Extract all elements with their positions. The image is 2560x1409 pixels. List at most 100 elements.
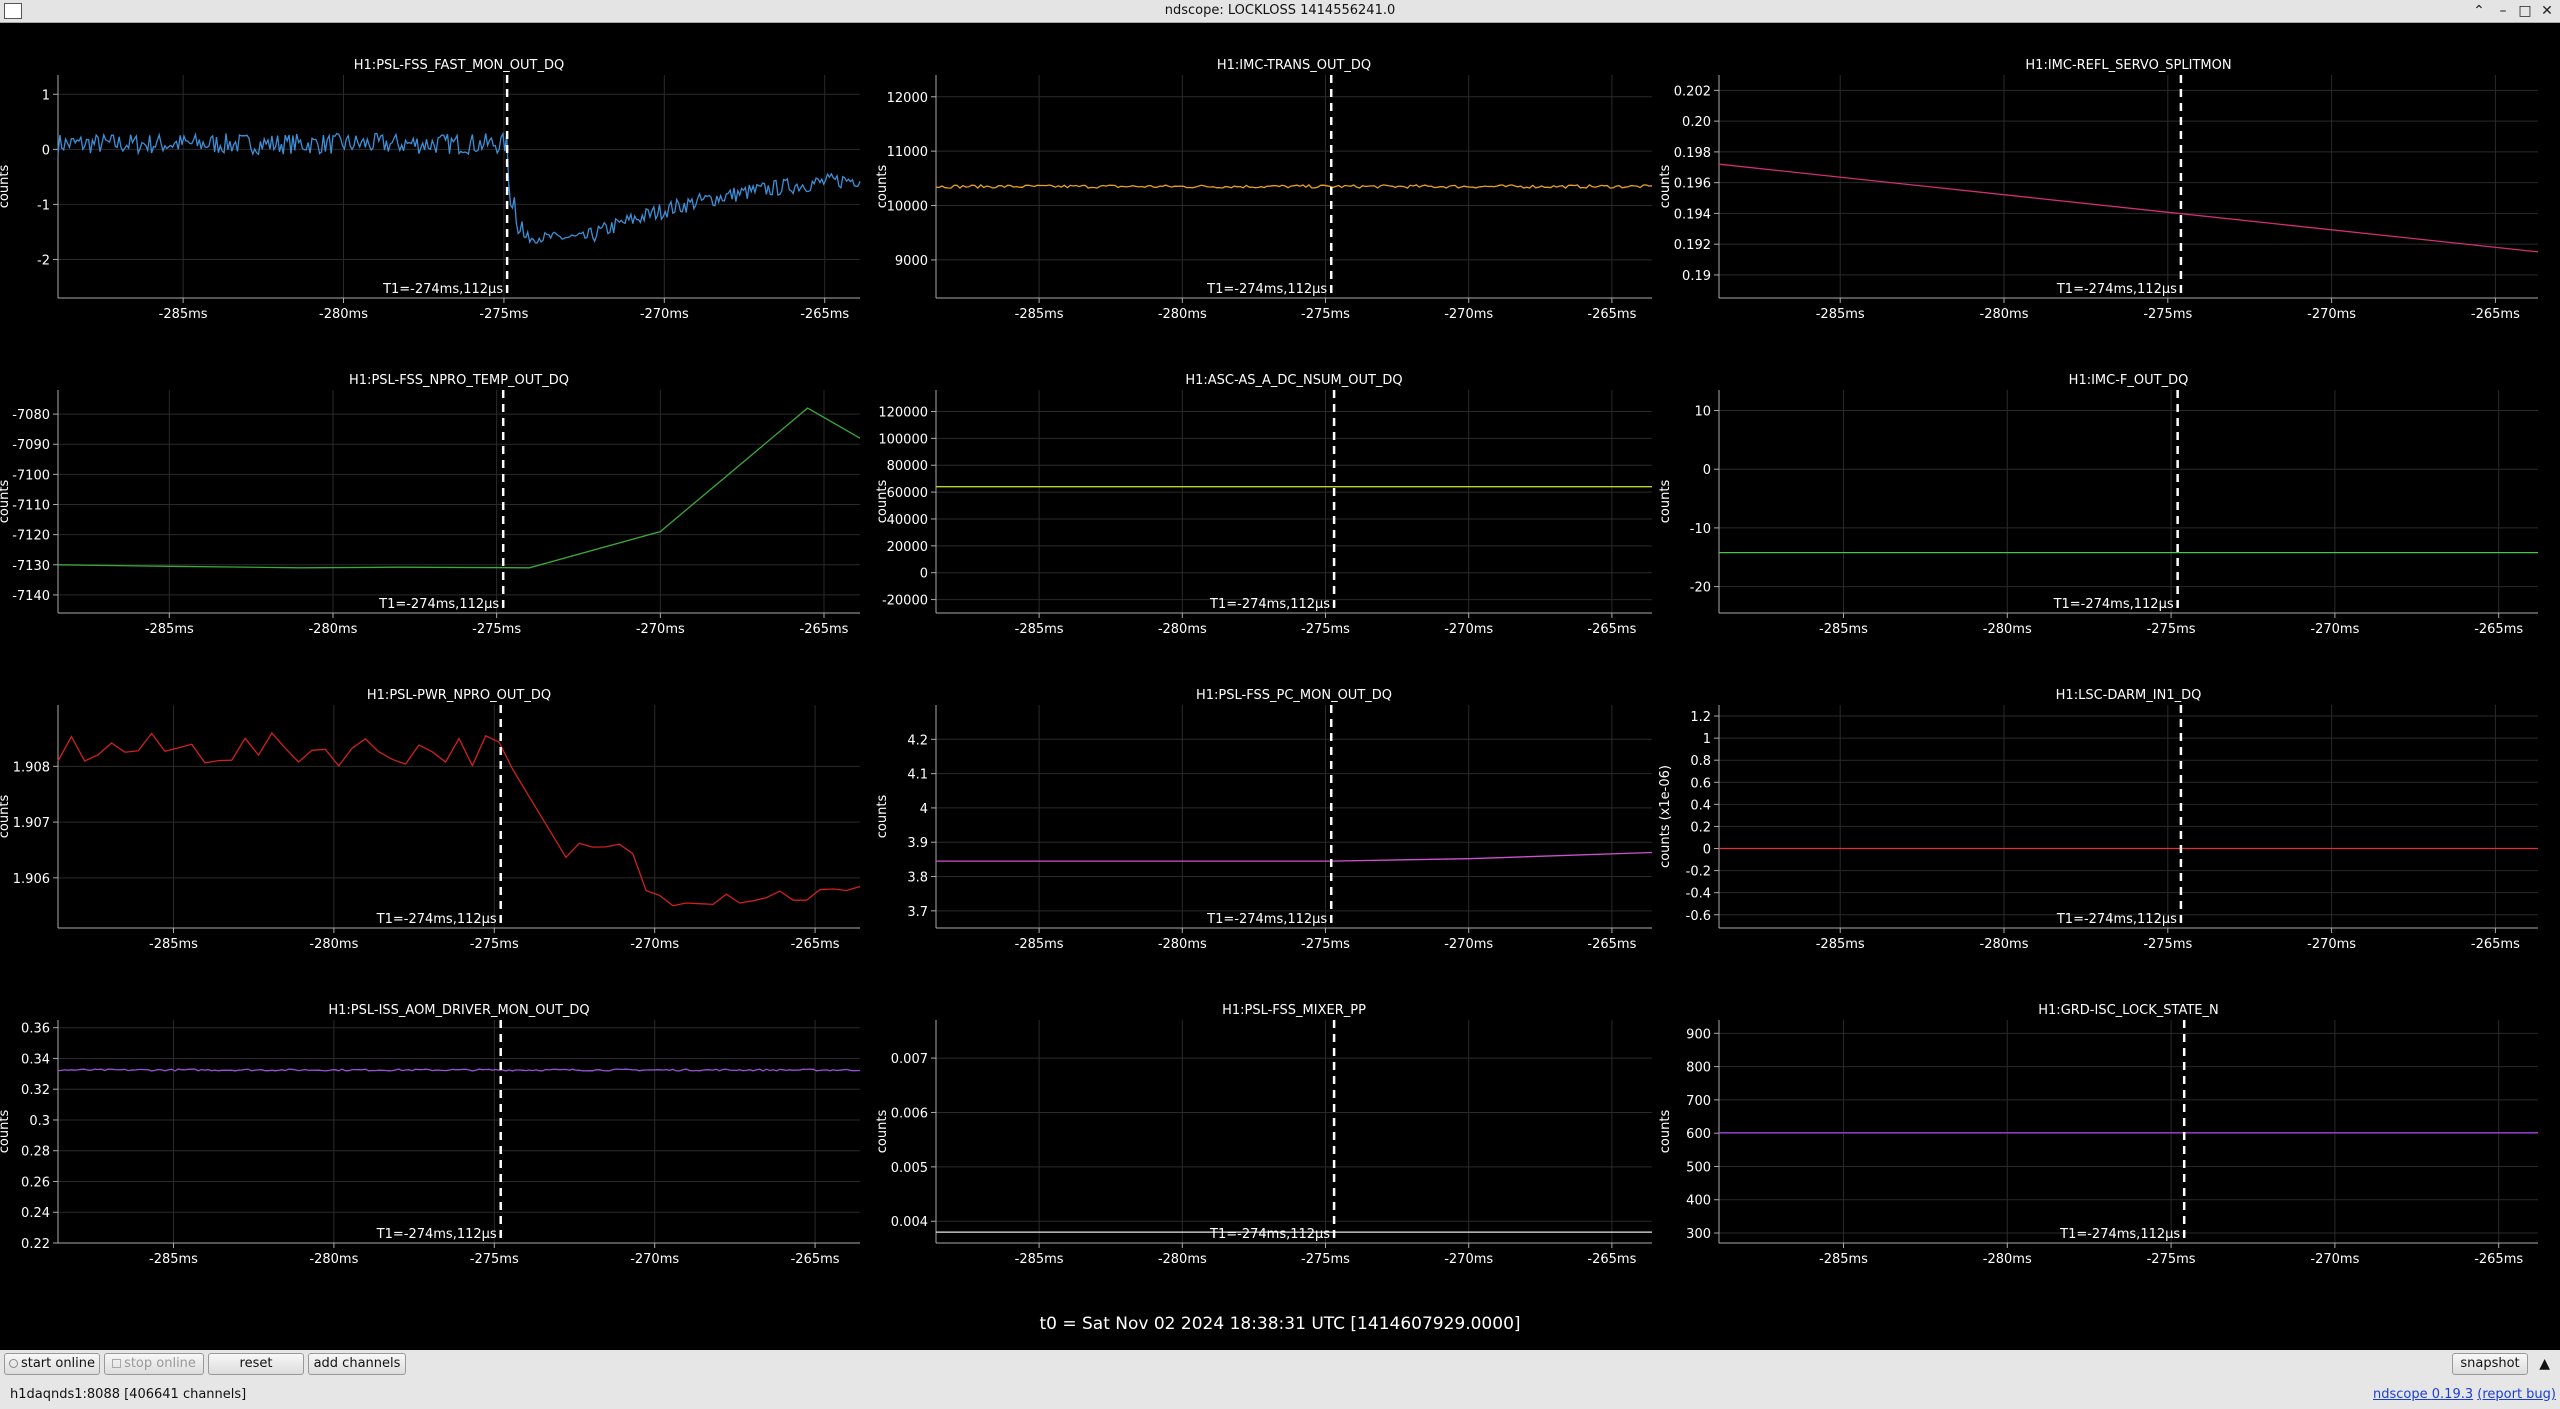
y-tick-label: 900 (1686, 1027, 1711, 1042)
series-line (57, 407, 861, 569)
start-online-button[interactable]: start online (4, 1353, 100, 1375)
plot-title: H1:GRD-ISC_LOCK_STATE_N (2038, 1003, 2218, 1018)
x-tick-label: -270ms (1444, 937, 1493, 952)
version-name: ndscope (2373, 1387, 2428, 1402)
y-tick-label: 9000 (895, 254, 928, 269)
cursor-label: T1=-274ms,112µs (1209, 1227, 1330, 1242)
x-tick-label: -285ms (159, 307, 208, 322)
x-tick-label: -265ms (2471, 307, 2520, 322)
plot-panel: H1:PSL-FSS_FAST_MON_OUT_DQ -285ms -280ms -2… (0, 58, 861, 322)
y-tick-label: 0.28 (21, 1145, 50, 1160)
x-tick-label: -280ms (309, 937, 358, 952)
chevron-up-icon[interactable]: ⌃ (2470, 2, 2488, 20)
cursor-label: T1=-274ms,112µs (2056, 912, 2177, 927)
collapse-up-icon[interactable]: ▲ (2539, 1356, 2550, 1372)
y-tick-label: 0.006 (891, 1106, 928, 1121)
y-tick-label: -0.4 (1686, 887, 1711, 902)
plot-panel: H1:PSL-ISS_AOM_DRIVER_MON_OUT_DQ -285ms -2… (0, 1003, 861, 1267)
plot-panel: H1:PSL-PWR_NPRO_OUT_DQ -285ms -280ms -275ms… (0, 688, 861, 952)
y-tick-label: -2 (37, 253, 50, 268)
cursor-label: T1=-274ms,112µs (1206, 912, 1327, 927)
y-tick-label: 4 (920, 802, 928, 817)
y-tick-label: -20000 (882, 594, 928, 609)
y-axis-label: counts (875, 1110, 890, 1154)
series-line (57, 1068, 861, 1072)
x-tick-label: -265ms (1587, 937, 1636, 952)
minimize-icon[interactable]: – (2494, 2, 2512, 20)
y-tick-label: -7080 (12, 408, 50, 423)
x-tick-label: -285ms (1015, 937, 1064, 952)
x-tick-label: -270ms (630, 1252, 679, 1267)
plot-panel: H1:PSL-FSS_MIXER_PP -285ms -280ms -275ms -27… (875, 1003, 1652, 1267)
reset-button[interactable]: reset (208, 1353, 304, 1375)
x-tick-label: -275ms (1301, 307, 1350, 322)
close-icon[interactable]: ✕ (2538, 2, 2556, 20)
x-tick-label: -265ms (2474, 1252, 2523, 1267)
y-tick-label: 500 (1686, 1160, 1711, 1175)
y-tick-label: -0.2 (1686, 865, 1711, 880)
series-line (57, 731, 861, 907)
snapshot-button[interactable]: snapshot (2452, 1353, 2528, 1375)
x-tick-label: -285ms (145, 622, 194, 637)
x-tick-label: -275ms (2147, 1252, 2196, 1267)
y-tick-label: 0.3 (29, 1114, 50, 1129)
x-tick-label: -265ms (2474, 622, 2523, 637)
plot-title: H1:PSL-FSS_PC_MON_OUT_DQ (1196, 688, 1392, 703)
maximize-icon[interactable]: □ (2516, 2, 2534, 20)
plot-title: H1:IMC-TRANS_OUT_DQ (1217, 58, 1371, 73)
series-line (1718, 163, 2539, 253)
plot-panel: H1:PSL-FSS_NPRO_TEMP_OUT_DQ -285ms -280ms -… (0, 373, 861, 637)
plot-panel: H1:ASC-AS_A_DC_NSUM_OUT_DQ -285ms -280ms -2… (875, 373, 1652, 637)
y-tick-label: 0.192 (1674, 238, 1711, 253)
version-link[interactable]: ndscope 0.19.3 (2373, 1387, 2473, 1402)
x-tick-label: -280ms (1983, 1252, 2032, 1267)
y-tick-label: 400 (1686, 1194, 1711, 1209)
x-tick-label: -280ms (309, 1252, 358, 1267)
y-tick-label: 0.2 (1690, 820, 1711, 835)
start-online-label: start online (20, 1356, 96, 1371)
y-tick-label: -7110 (12, 499, 50, 514)
y-tick-label: 10 (1694, 405, 1711, 420)
y-axis-label: counts (875, 165, 890, 209)
x-tick-label: -275ms (1301, 1252, 1350, 1267)
x-tick-label: -270ms (636, 622, 685, 637)
version-info: ndscope 0.19.3 (report bug) (2373, 1387, 2556, 1402)
plot-title: H1:PSL-FSS_MIXER_PP (1222, 1003, 1366, 1018)
x-tick-label: -285ms (1015, 622, 1064, 637)
y-axis-label: counts (0, 1110, 12, 1154)
y-axis-label: counts (1658, 480, 1673, 524)
report-bug-link[interactable]: (report bug) (2477, 1387, 2556, 1402)
plot-title: H1:IMC-REFL_SERVO_SPLITMON (2025, 58, 2231, 73)
y-axis-label: counts (1658, 1110, 1673, 1154)
cursor-label: T1=-274ms,112µs (2059, 1227, 2180, 1242)
plot-title: H1:ASC-AS_A_DC_NSUM_OUT_DQ (1185, 373, 1402, 388)
y-tick-label: -7120 (12, 529, 50, 544)
x-tick-label: -275ms (2147, 622, 2196, 637)
plot-title: H1:PSL-PWR_NPRO_OUT_DQ (367, 688, 551, 703)
y-tick-label: 0.34 (21, 1052, 50, 1067)
stop-online-button[interactable]: stop online (104, 1353, 204, 1375)
y-tick-label: 4.2 (907, 733, 928, 748)
x-tick-label: -280ms (1980, 307, 2029, 322)
y-tick-label: 120000 (878, 405, 928, 420)
y-tick-label: 1.906 (13, 872, 50, 887)
cursor-label: T1=-274ms,112µs (2056, 282, 2177, 297)
y-tick-label: 4.1 (907, 768, 928, 783)
y-tick-label: 100000 (878, 432, 928, 447)
series-line (935, 183, 1653, 190)
x-tick-label: -285ms (1816, 307, 1865, 322)
y-tick-label: 3.9 (907, 836, 928, 851)
x-tick-label: -265ms (800, 622, 849, 637)
y-tick-label: 1.908 (13, 760, 50, 775)
plot-grid[interactable]: H1:PSL-FSS_FAST_MON_OUT_DQ -285ms -280ms -2… (0, 23, 2560, 1350)
y-tick-label: 3.7 (907, 905, 928, 920)
y-tick-label: 0.005 (891, 1161, 928, 1176)
t0-label: t0 = Sat Nov 02 2024 18:38:31 UTC [14146… (1039, 1314, 1521, 1334)
y-tick-label: 0 (920, 567, 928, 582)
status-text: h1daqnds1:8088 [406641 channels] (10, 1387, 247, 1402)
x-tick-label: -280ms (1158, 1252, 1207, 1267)
x-tick-label: -285ms (149, 1252, 198, 1267)
plot-title: H1:PSL-FSS_NPRO_TEMP_OUT_DQ (349, 373, 569, 388)
x-tick-label: -270ms (2307, 937, 2356, 952)
add-channels-button[interactable]: add channels (308, 1353, 406, 1375)
